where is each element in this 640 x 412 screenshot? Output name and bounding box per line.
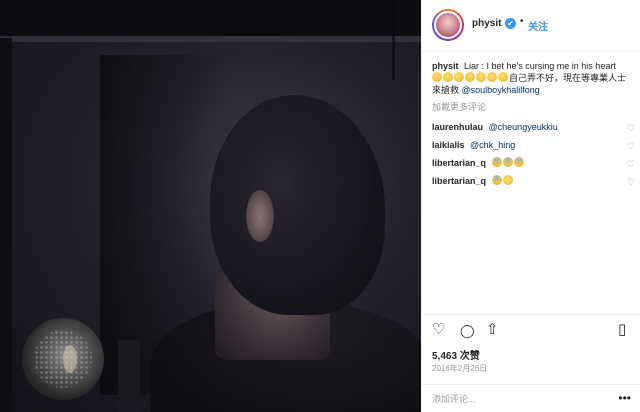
video-person-ear — [246, 190, 274, 242]
post-video[interactable] — [0, 0, 421, 412]
header-username[interactable]: physit — [472, 18, 501, 29]
emoji-grimace-icon — [498, 72, 508, 82]
more-options-icon[interactable]: ••• — [618, 391, 631, 405]
like-comment-heart-icon[interactable]: ♡ — [627, 122, 635, 134]
like-heart-icon[interactable]: ♡ — [432, 322, 445, 338]
action-bar: ♡ ◯ ⇧ ▯ — [422, 314, 640, 342]
emoji-smirk-icon — [432, 72, 442, 82]
header-separator: • — [520, 16, 524, 27]
likes-count[interactable]: 5,463 次赞 — [432, 347, 480, 362]
emoji-angry-icon — [443, 72, 453, 82]
emoji-smirk-icon — [476, 72, 486, 82]
emoji-angry-icon — [454, 72, 464, 82]
comment-mention[interactable]: @chk_hing — [470, 140, 515, 150]
video-edge — [0, 36, 421, 42]
comment-username[interactable]: libertarian_q — [432, 158, 486, 168]
post-date[interactable]: 2016年2月26日 — [432, 363, 487, 374]
comment-row: laurenhulau @cheungyeukkiu ♡ — [432, 121, 635, 139]
video-left-bracket — [0, 38, 12, 412]
comment-username[interactable]: laikialis — [432, 140, 465, 150]
caption-mention[interactable]: @soulboykhalilfong — [462, 85, 540, 95]
avatar-ring[interactable] — [432, 9, 464, 41]
comment-mention[interactable]: @cheungyeukkiu — [489, 122, 558, 132]
video-mic-highlight — [63, 345, 77, 373]
add-comment-bar: ••• — [422, 384, 640, 412]
emoji-surprised-icon — [502, 175, 513, 185]
verified-badge-icon: ✔ — [505, 18, 516, 29]
comment-bubble-icon[interactable]: ◯ — [460, 323, 475, 339]
bookmark-icon[interactable]: ▯ — [618, 322, 626, 338]
comment-username[interactable]: libertarian_q — [432, 176, 486, 186]
emoji-neutral-icon — [465, 72, 475, 82]
post-header: physit ✔ • 关注 — [422, 0, 640, 52]
share-icon[interactable]: ⇧ — [486, 322, 499, 338]
caption-text: Liar : I bet he's cursing me in his hear… — [464, 61, 616, 71]
video-line — [392, 0, 395, 80]
like-comment-heart-icon[interactable]: ♡ — [627, 140, 635, 152]
load-more-comments[interactable]: 加載更多评论 — [432, 101, 632, 113]
comment-row: libertarian_q ♡ — [432, 157, 635, 175]
video-dark-top — [0, 0, 421, 36]
post-side-panel: physit ✔ • 关注 physit Liar : I bet he's c… — [421, 0, 640, 412]
video-person-head — [210, 95, 385, 315]
emoji-fearful-icon — [502, 157, 513, 167]
comments-list: physit Liar : I bet he's cursing me in h… — [432, 60, 635, 193]
comment-row: libertarian_q ♡ — [432, 175, 635, 193]
instagram-post-window: physit ✔ • 关注 physit Liar : I bet he's c… — [0, 0, 640, 412]
add-comment-input[interactable] — [432, 391, 597, 407]
follow-button[interactable]: 关注 — [528, 18, 548, 33]
caption: physit Liar : I bet he's cursing me in h… — [432, 60, 632, 96]
avatar[interactable] — [434, 11, 462, 39]
like-comment-heart-icon[interactable]: ♡ — [627, 158, 635, 170]
emoji-fearful-icon — [491, 157, 502, 167]
emoji-smirk-icon — [487, 72, 497, 82]
comment-row: laikialis @chk_hing ♡ — [432, 139, 635, 157]
emoji-fearful-icon — [513, 157, 524, 167]
like-comment-heart-icon[interactable]: ♡ — [627, 176, 635, 188]
caption-username[interactable]: physit — [432, 61, 459, 71]
emoji-fearful-icon — [491, 175, 502, 185]
video-mic-stand — [118, 340, 140, 412]
comment-username[interactable]: laurenhulau — [432, 122, 483, 132]
